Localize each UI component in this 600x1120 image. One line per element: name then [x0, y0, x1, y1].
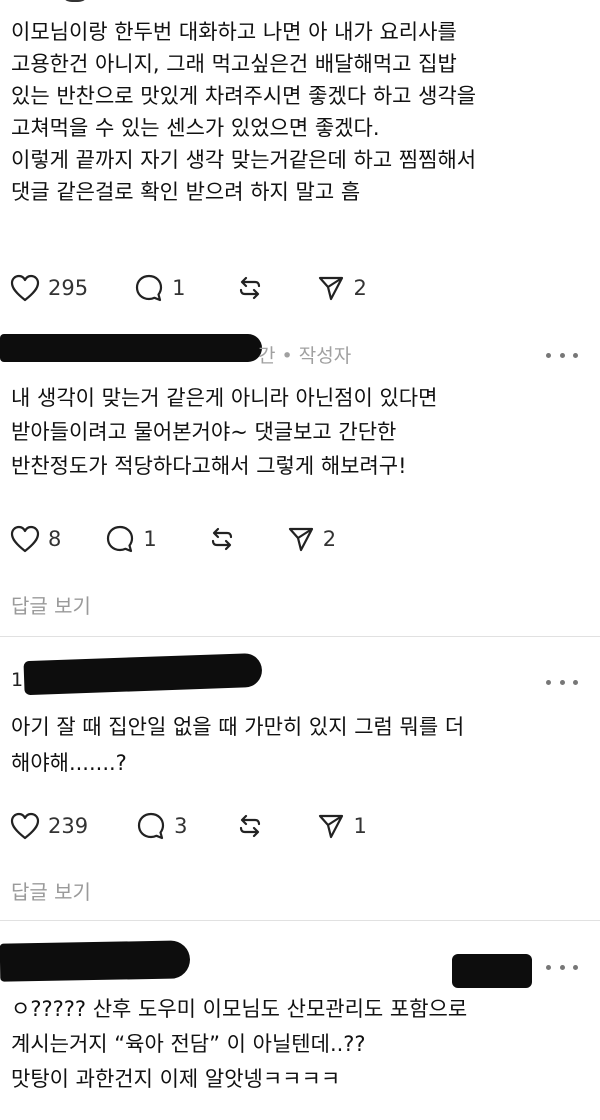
repost-button[interactable] — [235, 273, 265, 303]
more-icon — [546, 964, 551, 970]
comment-icon — [135, 274, 163, 302]
heart-icon — [10, 812, 40, 840]
action-bar: 239 3 1 — [10, 806, 415, 846]
comment-icon — [137, 812, 165, 840]
redacted-username — [0, 940, 191, 982]
comment-meta: 1 — [11, 669, 24, 691]
like-count: 295 — [48, 276, 89, 300]
comment-line: 계시는거지 “육아 전담” 이 아닐텐데..?? — [11, 1032, 366, 1056]
comment-line: 있는 반찬으로 맛있게 차려주시면 좋겠다 하고 생각을 — [11, 84, 477, 108]
share-button[interactable]: 2 — [317, 274, 367, 302]
reply-button[interactable]: 3 — [136, 811, 187, 841]
more-icon — [546, 679, 551, 685]
heart-icon — [10, 525, 40, 553]
share-button[interactable]: 1 — [317, 812, 367, 840]
more-options-button[interactable] — [546, 962, 578, 972]
like-count: 239 — [48, 814, 89, 838]
repost-icon — [240, 276, 261, 300]
repost-icon — [211, 527, 232, 551]
like-button[interactable]: 8 — [10, 525, 61, 553]
comment-line: 맛탕이 과한건지 이제 알앗넹ㅋㅋㅋㅋ — [11, 1067, 341, 1091]
share-count: 2 — [322, 527, 337, 551]
comment-body: 내 생각이 맞는거 같은게 아니라 아닌점이 있다면 받아들이려고 물어본거야~… — [11, 381, 437, 483]
comment-meta: 간 • 작성자 — [258, 345, 352, 367]
reply-count: 1 — [143, 527, 157, 551]
comment-line: 이모님이랑 한두번 대화하고 나면 아 내가 요리사를 — [11, 20, 457, 44]
share-icon — [288, 527, 313, 552]
share-count: 2 — [353, 276, 367, 300]
view-replies-link[interactable]: 답글 보기 — [11, 590, 91, 619]
comment-line: 해야해.......? — [11, 751, 127, 775]
reply-button[interactable]: 1 — [134, 273, 185, 303]
divider — [0, 920, 600, 921]
redacted-username — [23, 652, 263, 696]
view-replies-link[interactable]: 답글 보기 — [11, 876, 91, 905]
comment-line: 이렇게 끝까지 자기 생각 맞는거같은데 하고 찜찜해서 — [11, 148, 477, 172]
comment-body: ㅇ????? 산후 도우미 이모님도 산모관리도 포함으로 계시는거지 “육아 … — [11, 992, 467, 1097]
action-bar: 295 1 2 — [10, 268, 415, 308]
comment-line: 고쳐먹을 수 있는 센스가 있었으면 좋겠다. — [11, 116, 380, 140]
divider — [0, 636, 600, 637]
truncated-text-fragment — [60, 0, 90, 2]
like-count: 8 — [48, 527, 62, 551]
share-button[interactable]: 2 — [287, 525, 336, 553]
reply-count: 1 — [172, 276, 186, 300]
repost-icon — [240, 814, 261, 838]
comment-line: 내 생각이 맞는거 같은게 아니라 아닌점이 있다면 — [11, 386, 438, 410]
like-button[interactable]: 239 — [10, 812, 88, 840]
comment-body: 아기 잘 때 집안일 없을 때 가만히 있지 그럼 뭐를 더 해야해......… — [11, 709, 464, 781]
comment-icon — [107, 525, 134, 553]
comment-line: ㅇ????? 산후 도우미 이모님도 산모관리도 포함으로 — [11, 997, 468, 1021]
reply-count: 3 — [174, 814, 188, 838]
share-icon — [319, 276, 344, 301]
more-options-button[interactable] — [546, 677, 578, 687]
comment-line: 고용한건 아니지, 그래 먹고싶은건 배달해먹고 집밥 — [11, 52, 457, 76]
comment-line: 댓글 같은걸로 확인 받으려 하지 말고 흠 — [11, 180, 361, 204]
reply-button[interactable]: 1 — [105, 524, 157, 554]
comment-line: 반찬정도가 적당하다고해서 그렇게 해보려구! — [11, 454, 407, 478]
share-icon — [319, 814, 344, 839]
more-icon — [546, 352, 551, 358]
repost-button[interactable] — [235, 811, 265, 841]
share-count: 1 — [353, 814, 367, 838]
comment-line: 아기 잘 때 집안일 없을 때 가만히 있지 그럼 뭐를 더 — [11, 715, 465, 739]
more-options-button[interactable] — [546, 350, 578, 360]
heart-icon — [10, 274, 40, 302]
redacted-username — [0, 334, 262, 362]
action-bar: 8 1 2 — [10, 519, 384, 559]
repost-button[interactable] — [207, 524, 237, 554]
like-button[interactable]: 295 — [10, 274, 88, 302]
comment-line: 받아들이려고 물어본거야~ 댓글보고 간단한 — [11, 420, 397, 444]
comment-body: 이모님이랑 한두번 대화하고 나면 아 내가 요리사를 고용한건 아니지, 그래… — [11, 16, 476, 208]
redacted-avatar — [452, 954, 532, 988]
